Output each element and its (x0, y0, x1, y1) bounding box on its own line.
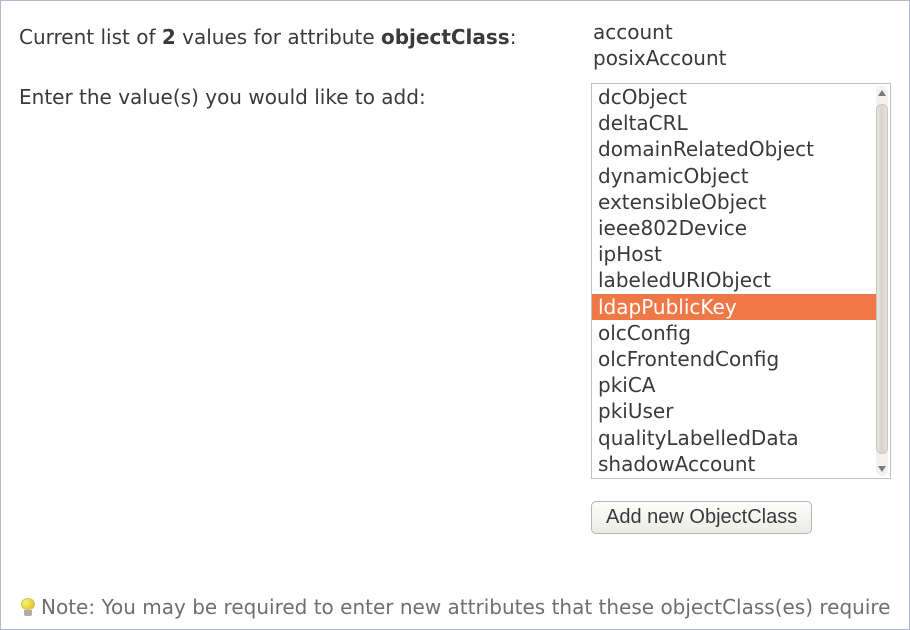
list-item[interactable]: olcFrontendConfig (598, 346, 876, 372)
list-item[interactable]: dynamicObject (598, 163, 876, 189)
list-item[interactable]: dcObject (598, 84, 876, 110)
list-item[interactable]: pkiUser (598, 398, 876, 424)
list-item[interactable]: qualityLabelledData (598, 425, 876, 451)
list-item[interactable]: deltaCRL (598, 110, 876, 136)
current-values-list: accountposixAccount (591, 19, 891, 71)
scrollbar[interactable] (876, 86, 888, 476)
objectclass-listbox[interactable]: dcObjectdeltaCRLdomainRelatedObjectdynam… (591, 83, 891, 479)
scroll-thumb[interactable] (876, 104, 888, 454)
list-item[interactable]: ipHost (598, 241, 876, 267)
left-column: Current list of 2 values for attribute o… (19, 19, 551, 575)
current-value-item: account (593, 19, 891, 45)
current-value-item: posixAccount (593, 45, 891, 71)
text-fragment: values for attribute (176, 25, 381, 49)
scroll-up-icon[interactable] (876, 86, 888, 100)
text-fragment: : (510, 25, 517, 49)
attribute-name: objectClass (381, 25, 510, 49)
list-item[interactable]: extensibleObject (598, 189, 876, 215)
list-item[interactable]: ieee802Device (598, 215, 876, 241)
value-count: 2 (162, 25, 176, 49)
scroll-down-icon[interactable] (876, 462, 888, 476)
text-fragment: Current list of (19, 25, 162, 49)
note-row: Note: You may be required to enter new a… (19, 595, 891, 619)
enter-values-label: Enter the value(s) you would like to add… (19, 85, 551, 109)
lightbulb-icon (19, 598, 37, 616)
list-item[interactable]: domainRelatedObject (598, 136, 876, 162)
list-item[interactable]: ldapPublicKey (592, 294, 876, 320)
list-item[interactable]: labeledURIObject (598, 267, 876, 293)
current-values-label: Current list of 2 values for attribute o… (19, 25, 551, 49)
note-text: Note: You may be required to enter new a… (41, 595, 890, 619)
list-item[interactable]: shadowAccount (598, 451, 876, 477)
right-column: accountposixAccount dcObjectdeltaCRLdoma… (591, 19, 891, 575)
list-item[interactable]: pkiCA (598, 372, 876, 398)
add-objectclass-button[interactable]: Add new ObjectClass (591, 501, 812, 534)
list-item[interactable]: olcConfig (598, 320, 876, 346)
